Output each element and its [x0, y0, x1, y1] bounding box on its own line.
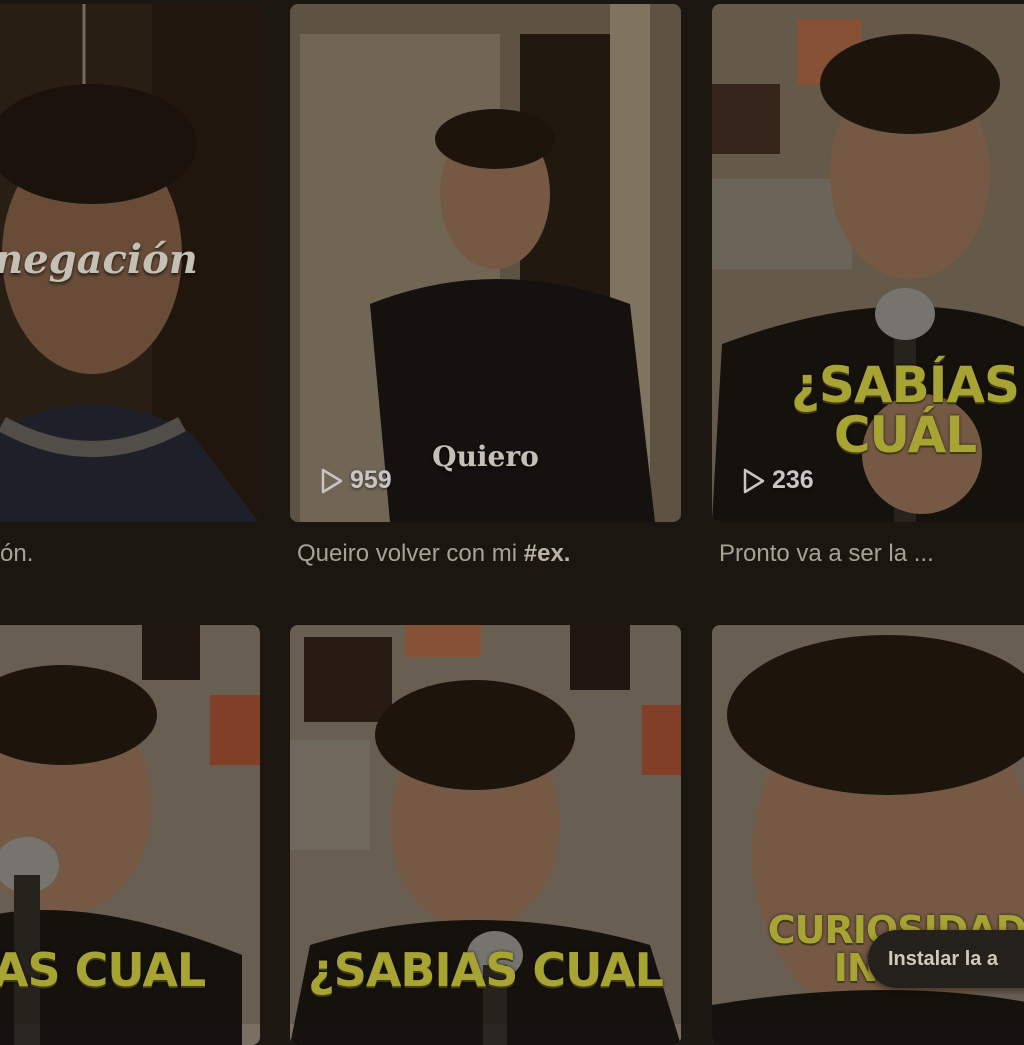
video-overlay-text: negación — [0, 236, 198, 283]
play-icon — [743, 468, 765, 493]
video-card-3[interactable]: ¿SABÍAS CUÁL 236 — [712, 4, 1024, 522]
view-count-label: 236 — [772, 466, 814, 494]
video-caption[interactable]: ón. — [0, 540, 33, 568]
video-card-4[interactable]: IAS CUAL — [0, 625, 260, 1045]
video-caption[interactable]: Queiro volver con mi #ex. — [297, 540, 570, 568]
video-card-1[interactable]: negación — [0, 4, 260, 522]
view-count: 236 — [742, 466, 814, 495]
caption-text: Queiro volver con mi — [297, 540, 524, 567]
install-app-label: Instalar la a — [888, 947, 999, 970]
video-card-2[interactable]: Quiero 959 — [290, 4, 681, 522]
video-overlay-text: IAS CUAL — [0, 943, 206, 997]
play-icon — [321, 468, 343, 493]
video-card-5[interactable]: ¿SABIAS CUAL — [290, 625, 681, 1045]
video-overlay-text: ¿SABÍAS CUÁL — [790, 356, 1020, 464]
video-overlay-text: ¿SABIAS CUAL — [308, 943, 664, 997]
caption-text: ón. — [0, 540, 34, 567]
hashtag-link[interactable]: #ex. — [524, 540, 571, 567]
install-app-button[interactable]: Instalar la a — [868, 930, 1024, 988]
video-caption[interactable]: Pronto va a ser la ... — [719, 540, 934, 568]
view-count-label: 959 — [350, 466, 392, 494]
view-count: 959 — [320, 466, 392, 495]
caption-text: Pronto va a ser la ... — [719, 540, 934, 567]
